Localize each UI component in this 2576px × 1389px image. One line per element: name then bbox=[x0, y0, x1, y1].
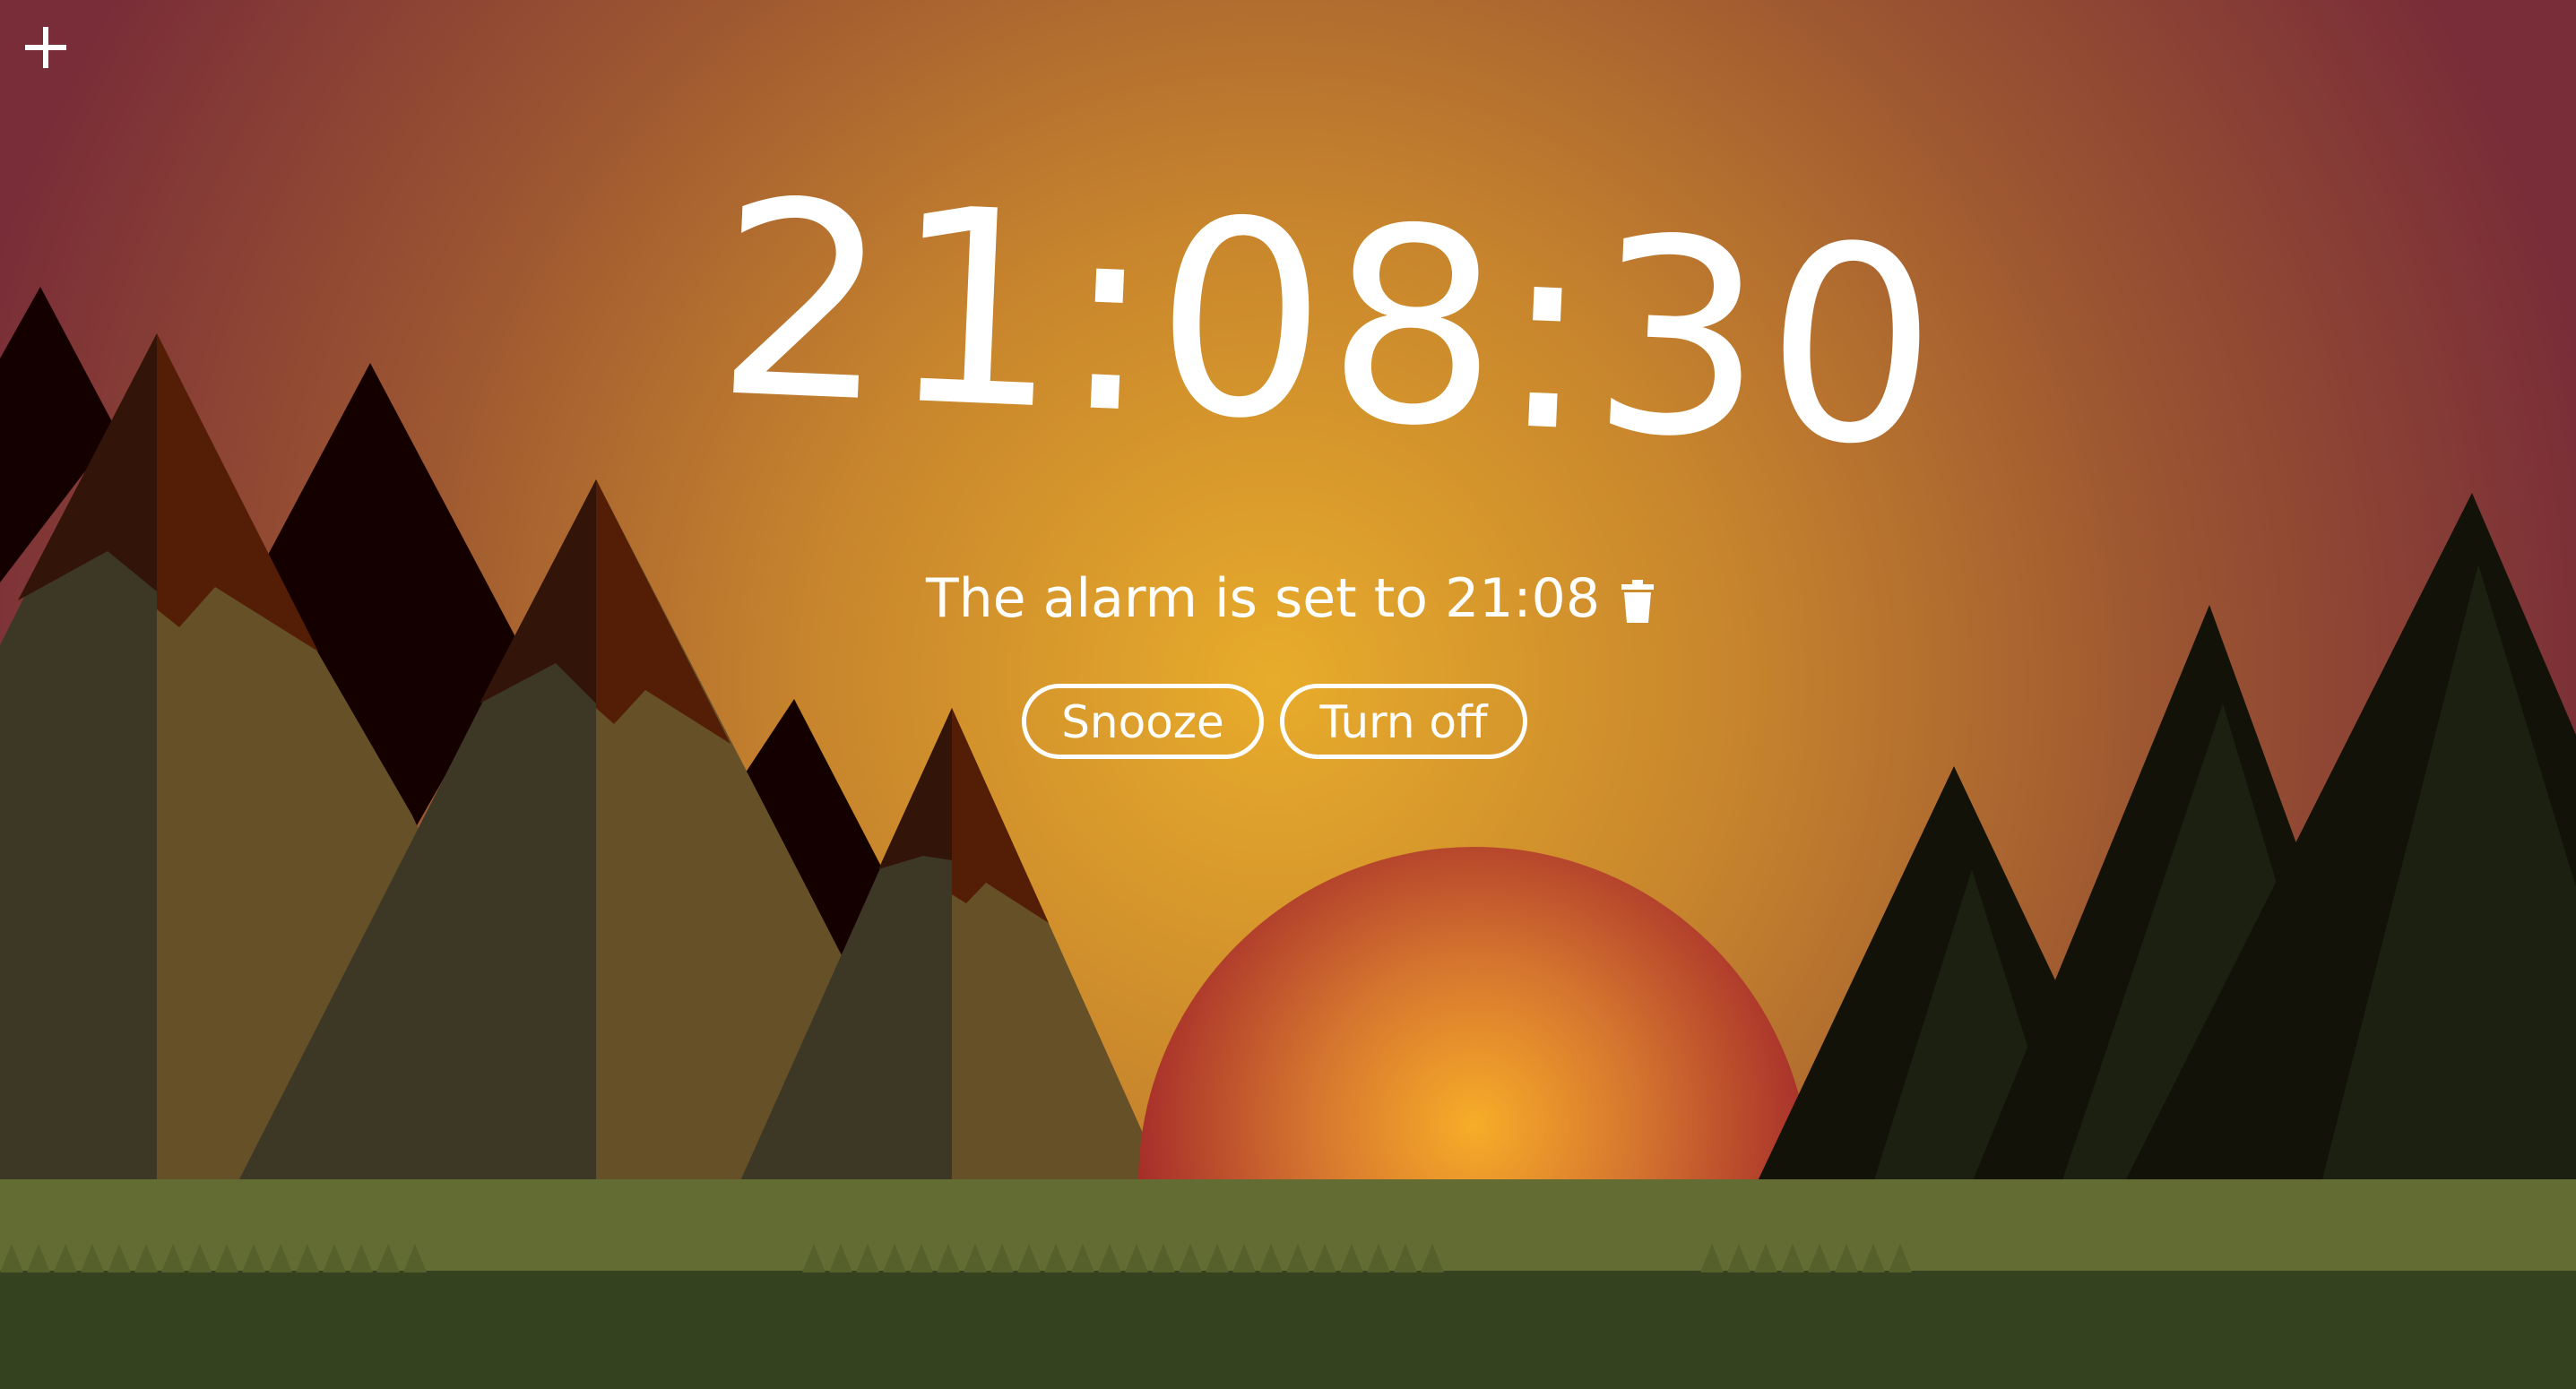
snooze-button[interactable]: Snooze bbox=[1022, 684, 1264, 759]
add-alarm-button[interactable] bbox=[20, 20, 73, 73]
plus-icon bbox=[25, 27, 66, 68]
alarm-status-text: The alarm is set to 21:08 bbox=[926, 567, 1600, 630]
turn-off-button[interactable]: Turn off bbox=[1280, 684, 1527, 759]
alarm-actions: Snooze Turn off bbox=[1022, 684, 1560, 764]
alarm-status: The alarm is set to 21:08 bbox=[896, 560, 1685, 637]
grass-dark bbox=[0, 1271, 2576, 1389]
trash-icon bbox=[1621, 580, 1654, 623]
delete-alarm-button[interactable] bbox=[1620, 578, 1655, 625]
clock-display: 21:08:30 bbox=[711, 142, 1946, 506]
